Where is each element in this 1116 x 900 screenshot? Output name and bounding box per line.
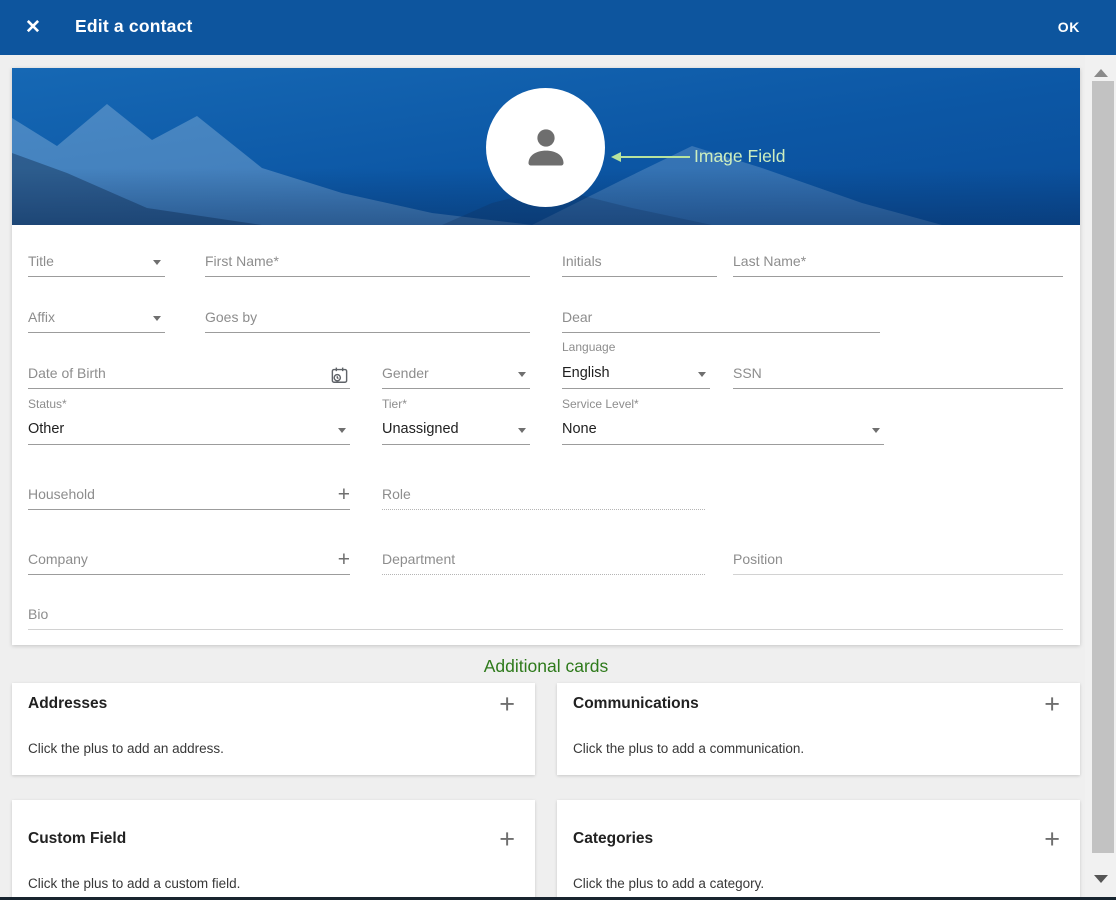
add-household-icon[interactable]: + — [338, 484, 350, 505]
field-label: Affix — [28, 309, 55, 325]
field-value: Unassigned — [382, 421, 459, 437]
role-input[interactable]: Role — [382, 480, 705, 510]
title-select[interactable]: Title — [28, 247, 165, 277]
chevron-down-icon — [698, 372, 706, 377]
field-label: Language — [562, 340, 615, 354]
card-title: Custom Field — [28, 830, 126, 848]
field-label: Last Name* — [733, 253, 806, 269]
dear-input[interactable]: Dear — [562, 303, 880, 333]
service-level-select[interactable]: Service Level* None — [562, 397, 884, 445]
card-title: Addresses — [28, 695, 107, 713]
field-value: English — [562, 365, 610, 381]
add-custom-field-icon[interactable]: + — [499, 826, 515, 853]
chevron-down-icon — [518, 372, 526, 377]
card-hint: Click the plus to add a communication. — [573, 741, 804, 756]
custom-field-card: Custom Field + Click the plus to add a c… — [12, 800, 535, 900]
chevron-down-icon — [872, 428, 880, 433]
chevron-down-icon — [153, 260, 161, 265]
field-label: Dear — [562, 309, 592, 325]
last-name-input[interactable]: Last Name* — [733, 247, 1063, 277]
chevron-down-icon — [153, 316, 161, 321]
field-value: Other — [28, 421, 64, 437]
add-category-icon[interactable]: + — [1044, 826, 1060, 853]
date-of-birth-input[interactable]: Date of Birth — [28, 359, 350, 389]
field-label: Tier* — [382, 397, 407, 411]
edit-contact-dialog: ✕ Edit a contact OK — [0, 0, 1116, 900]
image-field-annotation: Image Field — [694, 146, 785, 167]
field-label: Household — [28, 486, 95, 502]
contact-form-card: Image Field Title First Name* Initials L… — [12, 68, 1080, 645]
add-communication-icon[interactable]: + — [1044, 691, 1060, 718]
card-hint: Click the plus to add a custom field. — [28, 876, 240, 891]
field-label: Goes by — [205, 309, 257, 325]
goes-by-input[interactable]: Goes by — [205, 303, 530, 333]
field-label: Department — [382, 551, 455, 567]
scroll-up-icon[interactable] — [1094, 69, 1108, 77]
dialog-header: ✕ Edit a contact OK — [0, 0, 1116, 55]
field-label: Position — [733, 551, 783, 567]
field-label: First Name* — [205, 253, 279, 269]
card-title: Categories — [573, 830, 653, 848]
addresses-card: Addresses + Click the plus to add an add… — [12, 683, 535, 775]
ssn-input[interactable]: SSN — [733, 359, 1063, 389]
card-hint: Click the plus to add an address. — [28, 741, 224, 756]
field-label: Title — [28, 253, 54, 269]
gender-select[interactable]: Gender — [382, 359, 530, 389]
add-address-icon[interactable]: + — [499, 691, 515, 718]
scrollbar-thumb[interactable] — [1092, 81, 1114, 853]
position-input[interactable]: Position — [733, 545, 1063, 575]
field-label: Service Level* — [562, 397, 639, 411]
ok-button[interactable]: OK — [1058, 19, 1080, 35]
household-input[interactable]: Household + — [28, 480, 350, 510]
field-label: Gender — [382, 365, 429, 381]
field-value: None — [562, 421, 597, 437]
tier-select[interactable]: Tier* Unassigned — [382, 397, 530, 445]
person-icon — [518, 120, 574, 176]
chevron-down-icon — [518, 428, 526, 433]
dialog-title: Edit a contact — [75, 16, 193, 37]
vertical-scrollbar[interactable] — [1085, 55, 1116, 900]
initials-input[interactable]: Initials — [562, 247, 717, 277]
field-label: SSN — [733, 365, 762, 381]
field-label: Bio — [28, 606, 48, 622]
department-input[interactable]: Department — [382, 545, 705, 575]
language-select[interactable]: Language English — [562, 340, 710, 389]
card-hint: Click the plus to add a category. — [573, 876, 764, 891]
field-label: Role — [382, 486, 411, 502]
add-company-icon[interactable]: + — [338, 549, 350, 570]
field-label: Company — [28, 551, 88, 567]
banner-image: Image Field — [12, 68, 1080, 225]
field-label: Initials — [562, 253, 602, 269]
avatar-image-field[interactable] — [486, 88, 605, 207]
company-input[interactable]: Company + — [28, 545, 350, 575]
calendar-icon[interactable] — [330, 366, 349, 385]
status-select[interactable]: Status* Other — [28, 397, 350, 445]
additional-cards-annotation: Additional cards — [12, 656, 1080, 677]
communications-card: Communications + Click the plus to add a… — [557, 683, 1080, 775]
scroll-down-icon[interactable] — [1094, 875, 1108, 883]
bio-input[interactable]: Bio — [28, 600, 1063, 630]
field-label: Status* — [28, 397, 67, 411]
close-icon[interactable]: ✕ — [19, 14, 47, 42]
card-title: Communications — [573, 695, 699, 713]
annotation-line — [620, 156, 690, 158]
chevron-down-icon — [338, 428, 346, 433]
field-label: Date of Birth — [28, 365, 106, 381]
categories-card: Categories + Click the plus to add a cat… — [557, 800, 1080, 900]
first-name-input[interactable]: First Name* — [205, 247, 530, 277]
affix-select[interactable]: Affix — [28, 303, 165, 333]
